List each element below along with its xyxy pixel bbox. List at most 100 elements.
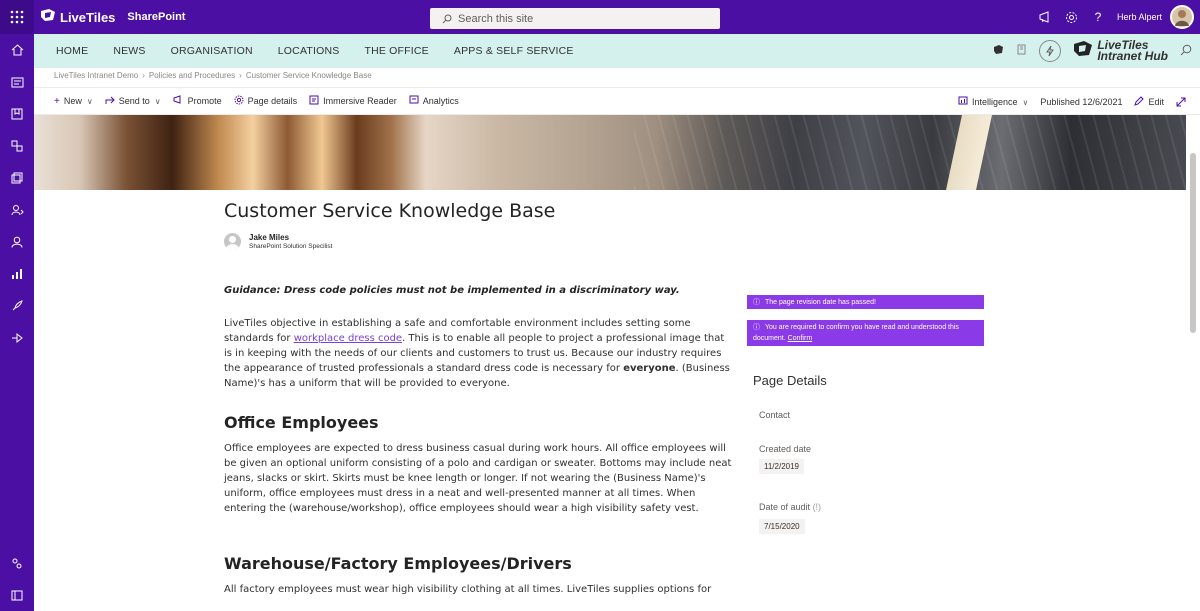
files-icon[interactable]	[0, 162, 34, 194]
hub-link-the-office[interactable]: THE OFFICE	[364, 45, 428, 57]
intro-paragraph: LiveTiles objective in establishing a sa…	[224, 316, 734, 391]
new-button[interactable]: + New ∨	[54, 96, 93, 107]
help-icon[interactable]: ?	[1085, 0, 1111, 34]
intelligence-label: Intelligence	[972, 97, 1018, 107]
guidance-note: Guidance: Dress code policies must not b…	[224, 285, 680, 296]
chart-icon	[958, 96, 968, 108]
confirm-link[interactable]: Confirm	[788, 335, 813, 342]
gear-icon	[234, 95, 244, 108]
app-launcher-icon[interactable]	[0, 0, 34, 34]
page-title: Customer Service Knowledge Base	[224, 200, 556, 222]
confirm-alert-text: You are required to confirm you have rea…	[753, 324, 959, 342]
chevron-down-icon: ∨	[86, 96, 93, 106]
bolt-icon[interactable]	[1039, 40, 1062, 62]
page-details-button[interactable]: Page details	[234, 95, 297, 108]
revision-alert-text: The page revision date has passed!	[765, 298, 876, 306]
hub-logo-line2: Intranet Hub	[1097, 49, 1168, 63]
hub-link-news[interactable]: NEWS	[113, 45, 145, 57]
breadcrumb: LiveTiles Intranet Demo › Policies and Pro…	[54, 71, 372, 80]
analytics-button[interactable]: Analytics	[409, 95, 459, 107]
heading-office-employees: Office Employees	[224, 413, 379, 432]
megaphone-icon[interactable]	[1033, 0, 1059, 34]
person-icon[interactable]	[0, 226, 34, 258]
rocket-icon[interactable]	[0, 290, 34, 322]
immersive-reader-label: Immersive Reader	[323, 96, 397, 106]
search-placeholder: Search this site	[458, 12, 534, 25]
edit-label: Edit	[1148, 97, 1164, 107]
banner-image	[34, 115, 1186, 190]
people-icon[interactable]	[0, 194, 34, 226]
author-byline[interactable]: Jake Miles SharePoint Solution Specilist	[224, 233, 332, 250]
suite-bar: LiveTiles SharePoint Search this site ? …	[0, 0, 1200, 34]
user-name[interactable]: Herb Alpert	[1117, 12, 1162, 22]
search-icon[interactable]	[1180, 44, 1192, 59]
send-to-label: Send to	[118, 96, 150, 106]
support-icon[interactable]	[0, 547, 34, 579]
office-paragraph: Office employees are expected to dress b…	[224, 443, 732, 514]
gear-icon[interactable]	[1059, 0, 1085, 34]
chevron-right-icon: ›	[142, 71, 145, 80]
breadcrumb-item[interactable]: Customer Service Knowledge Base	[246, 71, 372, 80]
livetiles-logo-icon	[1073, 40, 1093, 62]
person-icon	[224, 233, 241, 250]
building-icon[interactable]	[1016, 44, 1027, 58]
intranet-hub-logo[interactable]: LiveTiles Intranet Hub	[1073, 39, 1168, 63]
apps-icon[interactable]	[0, 579, 34, 611]
author-name: Jake Miles	[249, 233, 290, 242]
created-date-label: Created date	[759, 444, 812, 454]
share-icon	[105, 95, 115, 108]
hub-link-organisation[interactable]: ORGANISATION	[171, 45, 253, 57]
livetiles-tile-icon[interactable]	[993, 44, 1004, 58]
analytics-label: Analytics	[422, 96, 459, 106]
revision-alert: ⓘ The page revision date has passed!	[747, 295, 984, 309]
immersive-reader-button[interactable]: Immersive Reader	[309, 95, 397, 108]
hub-navigation: HOME NEWS ORGANISATION LOCATIONS THE OFF…	[34, 34, 1200, 68]
brand[interactable]: LiveTiles SharePoint	[40, 7, 185, 27]
warehouse-paragraph: All factory employees must wear high vis…	[224, 584, 712, 595]
flow-icon[interactable]	[0, 322, 34, 354]
expand-icon[interactable]	[1176, 97, 1186, 107]
audit-date-label-text: Date of audit	[759, 502, 811, 512]
chevron-right-icon: ›	[239, 71, 242, 80]
dress-code-link[interactable]: workplace dress code	[294, 333, 402, 344]
scroll-thumb[interactable]	[1190, 153, 1196, 333]
created-date-value: 11/2/2019	[759, 459, 804, 474]
livetiles-logo-icon	[40, 7, 56, 27]
author-role: SharePoint Solution Specilist	[249, 243, 333, 250]
vertical-scrollbar[interactable]	[1186, 115, 1200, 611]
analytics-icon[interactable]	[0, 258, 34, 290]
hub-link-apps-self-service[interactable]: APPS & SELF SERVICE	[454, 45, 574, 57]
sites-icon[interactable]	[0, 130, 34, 162]
hub-link-locations[interactable]: LOCATIONS	[278, 45, 340, 57]
chevron-down-icon: ∨	[154, 96, 161, 106]
app-name[interactable]: SharePoint	[127, 11, 185, 23]
audit-date-label: Date of audit (!)	[759, 502, 821, 512]
chevron-down-icon: ∨	[1022, 97, 1029, 107]
intro-bold: everyone	[623, 363, 676, 374]
megaphone-icon	[173, 95, 184, 107]
audit-warning-icon: (!)	[812, 502, 822, 512]
published-status: Published 12/6/2021	[1040, 97, 1123, 107]
send-to-button[interactable]: Send to ∨	[105, 95, 161, 108]
promote-label: Promote	[187, 96, 222, 106]
title-region: Customer Service Knowledge Base Jake Mil…	[211, 190, 1009, 270]
pencil-icon	[1134, 95, 1145, 109]
heading-warehouse-employees: Warehouse/Factory Employees/Drivers	[224, 554, 572, 573]
news-icon[interactable]	[0, 66, 34, 98]
plus-icon: +	[54, 95, 60, 107]
promote-button[interactable]: Promote	[173, 95, 222, 107]
edit-button[interactable]: Edit	[1134, 95, 1164, 109]
banner-texture	[634, 115, 1186, 190]
search-input[interactable]: Search this site	[430, 8, 720, 29]
info-icon: ⓘ	[753, 324, 760, 331]
app-bar	[0, 34, 34, 611]
intelligence-button[interactable]: Intelligence ∨	[958, 96, 1028, 108]
command-bar: + New ∨ Send to ∨ Promote Page details Imme…	[34, 87, 1200, 115]
home-icon[interactable]	[0, 34, 34, 66]
info-icon: ⓘ	[753, 299, 760, 306]
avatar[interactable]	[1170, 5, 1194, 29]
breadcrumb-item[interactable]: Policies and Procedures	[149, 71, 235, 80]
breadcrumb-item[interactable]: LiveTiles Intranet Demo	[54, 71, 138, 80]
hub-link-home[interactable]: HOME	[56, 45, 88, 57]
my-sites-icon[interactable]	[0, 98, 34, 130]
